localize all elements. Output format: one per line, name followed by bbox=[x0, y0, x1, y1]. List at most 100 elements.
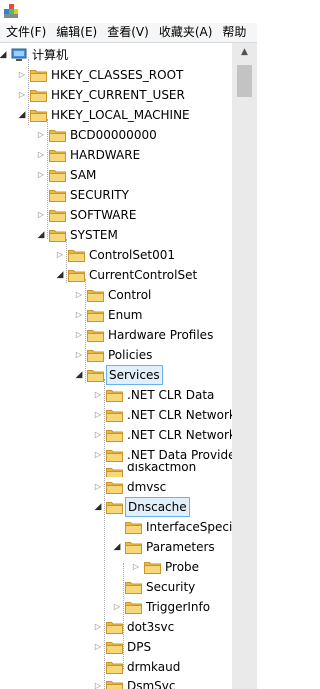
tree-item[interactable]: Security bbox=[0, 577, 232, 597]
tree-item-label[interactable]: dot3svc bbox=[125, 617, 176, 637]
expand-arrow-icon[interactable]: ▷ bbox=[93, 405, 103, 425]
expand-arrow-icon[interactable]: ▷ bbox=[131, 557, 141, 577]
tree-item[interactable]: ◢ Parameters bbox=[0, 537, 232, 557]
tree-item[interactable]: ▷ HARDWARE bbox=[0, 145, 232, 165]
tree-item-label[interactable]: Probe bbox=[163, 557, 201, 577]
tree-item-label[interactable]: diskactmon bbox=[125, 463, 198, 477]
tree-item-label[interactable]: SECURITY bbox=[68, 185, 131, 205]
tree-item[interactable]: ▷ Probe bbox=[0, 557, 232, 577]
collapse-arrow-icon[interactable]: ◢ bbox=[112, 537, 122, 557]
tree-item[interactable]: ▷ .NET CLR Networking 4.0.0.0 bbox=[0, 425, 232, 445]
expand-arrow-icon[interactable]: ▷ bbox=[93, 445, 103, 465]
tree-item[interactable]: InterfaceSpecificParameters bbox=[0, 517, 232, 537]
tree-item[interactable]: SECURITY bbox=[0, 185, 232, 205]
tree-item[interactable]: ▷ ControlSet001 bbox=[0, 245, 232, 265]
menu-help[interactable]: 帮助 bbox=[216, 23, 250, 42]
tree-item[interactable]: ▷ HKEY_CURRENT_USER bbox=[0, 85, 232, 105]
tree-item-label[interactable]: 计算机 bbox=[30, 45, 70, 65]
tree-item[interactable]: ▷ dmvsc bbox=[0, 477, 232, 497]
tree-item-label[interactable]: Parameters bbox=[144, 537, 217, 557]
tree-item[interactable]: ◢ CurrentControlSet bbox=[0, 265, 232, 285]
tree-item[interactable]: ◢ 计算机 bbox=[0, 45, 232, 65]
tree-item[interactable]: ◢ HKEY_LOCAL_MACHINE bbox=[0, 105, 232, 125]
tree-item-label[interactable]: .NET CLR Data bbox=[125, 385, 216, 405]
tree-item-label[interactable]: TriggerInfo bbox=[144, 597, 212, 617]
tree-item[interactable]: ▷ SAM bbox=[0, 165, 232, 185]
tree-item-label[interactable]: Control bbox=[106, 285, 153, 305]
expand-arrow-icon[interactable]: ▷ bbox=[36, 165, 46, 185]
tree-item[interactable]: ▷ .NET CLR Networking bbox=[0, 405, 232, 425]
expand-arrow-icon[interactable]: ▷ bbox=[74, 285, 84, 305]
tree-item-label[interactable]: Hardware Profiles bbox=[106, 325, 215, 345]
tree-item-label[interactable]: HKEY_CURRENT_USER bbox=[49, 85, 187, 105]
tree-item-label[interactable]: BCD00000000 bbox=[68, 125, 159, 145]
tree-item[interactable]: ▷ dot3svc bbox=[0, 617, 232, 637]
expand-arrow-icon[interactable]: ▷ bbox=[93, 385, 103, 405]
tree-item[interactable]: ▷ HKEY_CLASSES_ROOT bbox=[0, 65, 232, 85]
tree-item-label[interactable]: SYSTEM bbox=[68, 225, 120, 245]
expand-arrow-icon[interactable]: ▷ bbox=[74, 305, 84, 325]
tree-item-label[interactable]: DPS bbox=[125, 637, 153, 657]
expand-arrow-icon[interactable]: ▷ bbox=[36, 145, 46, 165]
tree-item-label[interactable]: DsmSvc bbox=[125, 676, 178, 689]
tree-item[interactable]: ▷ .NET Data Provider bbox=[0, 445, 232, 465]
expand-arrow-icon[interactable]: ▷ bbox=[55, 245, 65, 265]
tree-item[interactable]: ▷ BCD00000000 bbox=[0, 125, 232, 145]
tree-item[interactable]: ▷ Hardware Profiles bbox=[0, 325, 232, 345]
tree-item-label[interactable]: Enum bbox=[106, 305, 144, 325]
tree-item-label[interactable]: HKEY_CLASSES_ROOT bbox=[49, 65, 185, 85]
menu-edit[interactable]: 编辑(E) bbox=[50, 23, 101, 42]
tree-item-label[interactable]: InterfaceSpecificParameters bbox=[144, 517, 232, 537]
tree-item-label[interactable]: .NET CLR Networking bbox=[125, 405, 232, 425]
expand-arrow-icon[interactable]: ▷ bbox=[93, 425, 103, 445]
tree-item[interactable]: ▷ DsmSvc bbox=[0, 676, 232, 689]
tree-item-label[interactable]: CurrentControlSet bbox=[87, 265, 199, 285]
expand-arrow-icon[interactable]: ▷ bbox=[36, 205, 46, 225]
expand-arrow-icon[interactable]: ▷ bbox=[93, 477, 103, 497]
expand-arrow-icon[interactable]: ▷ bbox=[74, 345, 84, 365]
tree-item-label[interactable]: Security bbox=[144, 577, 197, 597]
tree-item-label[interactable]: SAM bbox=[68, 165, 98, 185]
tree-item-label[interactable]: HARDWARE bbox=[68, 145, 142, 165]
tree-item[interactable]: ▷ Enum bbox=[0, 305, 232, 325]
collapse-arrow-icon[interactable]: ◢ bbox=[55, 265, 65, 285]
tree-item[interactable]: diskactmon bbox=[0, 463, 232, 477]
collapse-arrow-icon[interactable]: ◢ bbox=[93, 497, 103, 517]
expand-arrow-icon[interactable]: ▷ bbox=[74, 325, 84, 345]
tree-item[interactable]: ▷ SOFTWARE bbox=[0, 205, 232, 225]
collapse-arrow-icon[interactable]: ◢ bbox=[36, 225, 46, 245]
tree-item[interactable]: ◢ Dnscache bbox=[0, 497, 232, 517]
expand-arrow-icon[interactable]: ▷ bbox=[93, 676, 103, 689]
expand-arrow-icon[interactable]: ▷ bbox=[17, 85, 27, 105]
menu-favorites[interactable]: 收藏夹(A) bbox=[153, 23, 217, 42]
expand-arrow-icon[interactable]: ▷ bbox=[17, 65, 27, 85]
tree-item[interactable]: ▷ Policies bbox=[0, 345, 232, 365]
vertical-scrollbar[interactable]: ▲ bbox=[232, 43, 257, 689]
collapse-arrow-icon[interactable]: ◢ bbox=[17, 105, 27, 125]
tree-item-label[interactable]: Policies bbox=[106, 345, 154, 365]
scroll-thumb[interactable] bbox=[237, 65, 252, 97]
registry-tree[interactable]: ◢ 计算机 ▷ HKEY_CLASSES_ROOT ▷ HKEY_CURRENT_USER… bbox=[0, 43, 232, 689]
collapse-arrow-icon[interactable]: ◢ bbox=[74, 365, 84, 385]
tree-item-label[interactable]: SOFTWARE bbox=[68, 205, 138, 225]
tree-item-label[interactable]: dmvsc bbox=[125, 477, 168, 497]
tree-item[interactable]: ▷ .NET CLR Data bbox=[0, 385, 232, 405]
expand-arrow-icon[interactable]: ▷ bbox=[36, 125, 46, 145]
tree-item[interactable]: ◢ SYSTEM bbox=[0, 225, 232, 245]
menu-file[interactable]: 文件(F) bbox=[0, 23, 50, 42]
tree-item-label[interactable]: Services bbox=[106, 365, 163, 385]
tree-item-label[interactable]: drmkaud bbox=[125, 657, 182, 677]
tree-item-label[interactable]: ControlSet001 bbox=[87, 245, 177, 265]
tree-item-label[interactable]: Dnscache bbox=[125, 497, 190, 517]
tree-item-label[interactable]: .NET Data Provider bbox=[125, 445, 232, 465]
tree-item-label[interactable]: HKEY_LOCAL_MACHINE bbox=[49, 105, 192, 125]
menu-view[interactable]: 查看(V) bbox=[101, 23, 153, 42]
collapse-arrow-icon[interactable]: ◢ bbox=[0, 45, 8, 65]
tree-item[interactable]: ▷ Control bbox=[0, 285, 232, 305]
tree-item[interactable]: ▷ DPS bbox=[0, 637, 232, 657]
tree-item[interactable]: ◢ Services bbox=[0, 365, 232, 385]
tree-item-label[interactable]: .NET CLR Networking 4.0.0.0 bbox=[125, 425, 232, 445]
scroll-up-icon[interactable]: ▲ bbox=[232, 43, 257, 61]
tree-item[interactable]: ▷ TriggerInfo bbox=[0, 597, 232, 617]
expand-arrow-icon[interactable]: ▷ bbox=[93, 637, 103, 657]
